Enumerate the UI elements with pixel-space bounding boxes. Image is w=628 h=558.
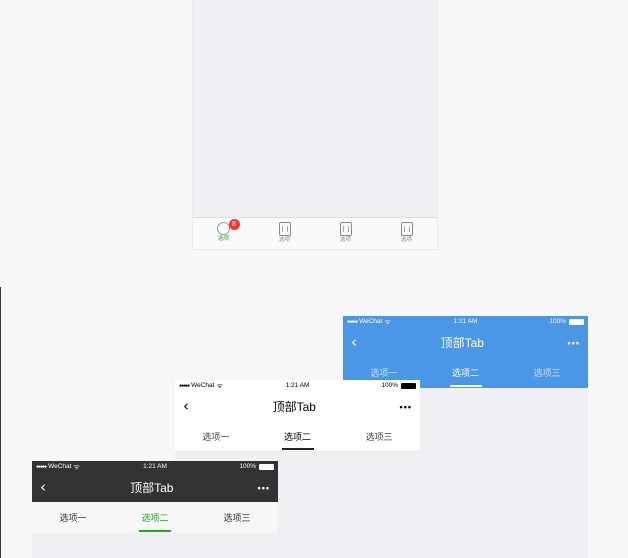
bottom-tab-3[interactable]: 选项 xyxy=(315,218,376,249)
wifi-icon: ᯤ xyxy=(73,463,80,471)
status-time: 1:21 AM xyxy=(453,317,478,325)
signal-icon: ●●●●● xyxy=(179,382,190,389)
tab-option-3[interactable]: 选项三 xyxy=(506,357,588,388)
bottom-tab-1[interactable]: 8 选项 xyxy=(193,218,254,249)
bottom-tab-2[interactable]: 选项 xyxy=(254,218,315,249)
nav-title: 顶部Tab xyxy=(440,336,484,350)
tab-label: 选项三 xyxy=(365,431,393,442)
carrier-name: WeChat xyxy=(359,317,383,325)
tab-label: 选项三 xyxy=(533,368,561,378)
tab-option-1[interactable]: 选项一 xyxy=(175,421,257,451)
tab-label: 选项二 xyxy=(452,368,480,378)
wifi-icon: ᯤ xyxy=(216,382,223,390)
status-bar: ●●●●● WeChat ᯤ 1:21 AM 100% xyxy=(343,316,588,328)
tab-option-3[interactable]: 选项三 xyxy=(196,502,278,533)
square-icon xyxy=(400,222,413,236)
tab-label: 选项一 xyxy=(370,368,398,378)
active-tab-indicator xyxy=(449,385,482,387)
bottom-tab-label: 选项 xyxy=(278,237,290,243)
bottom-tab-phone: 8 选项 选项 选项 选项 xyxy=(192,0,438,250)
battery-icon xyxy=(401,383,416,389)
signal-icon: ●●●●● xyxy=(347,318,358,325)
battery-percent: 100% xyxy=(381,381,398,389)
carrier-name: WeChat xyxy=(48,462,72,470)
signal-icon: ●●●●● xyxy=(36,463,47,470)
tab-label: 选项一 xyxy=(202,431,230,442)
bottom-tab-4[interactable]: 选项 xyxy=(376,218,437,249)
status-time: 1:21 AM xyxy=(143,462,167,470)
active-tab-indicator xyxy=(281,448,314,450)
carrier-name: WeChat xyxy=(191,381,215,389)
tab-label: 选项一 xyxy=(59,513,87,523)
tab-option-2[interactable]: 选项二 xyxy=(114,502,196,533)
battery-percent: 100% xyxy=(549,317,566,325)
nav-bar: ‹ 顶部Tab ••• xyxy=(32,473,278,502)
left-edge-divider xyxy=(0,287,1,558)
status-bar: ●●●●● WeChat ᯤ 1:21 AM 100% xyxy=(175,380,420,392)
back-icon[interactable]: ‹ xyxy=(183,399,189,414)
notification-badge: 8 xyxy=(228,219,240,230)
bottom-tab-label: 选项 xyxy=(400,237,412,243)
more-icon[interactable]: ••• xyxy=(258,483,270,493)
nav-bar: ‹ 顶部Tab ••• xyxy=(175,392,420,421)
tab-option-3[interactable]: 选项三 xyxy=(338,421,420,451)
nav-title: 顶部Tab xyxy=(272,400,316,414)
more-icon[interactable]: ••• xyxy=(568,338,580,348)
nav-title: 顶部Tab xyxy=(130,481,174,495)
battery-icon xyxy=(569,319,584,325)
active-tab-indicator xyxy=(139,530,171,532)
top-tabs: 选项一 选项二 选项三 xyxy=(175,421,420,452)
dark-top-tab-phone: ●●●●● WeChat ᯤ 1:21 AM 100% ‹ 顶部Tab ••• … xyxy=(32,461,278,558)
square-icon xyxy=(339,222,352,236)
nav-bar: ‹ 顶部Tab ••• xyxy=(343,328,588,357)
back-icon[interactable]: ‹ xyxy=(40,480,46,495)
tab-option-2[interactable]: 选项二 xyxy=(425,357,507,388)
battery-percent: 100% xyxy=(239,462,256,470)
wifi-icon: ᯤ xyxy=(384,318,391,326)
top-tabs: 选项一 选项二 选项三 xyxy=(32,502,278,533)
tab-option-1[interactable]: 选项一 xyxy=(32,502,114,533)
status-bar: ●●●●● WeChat ᯤ 1:21 AM 100% xyxy=(32,461,278,473)
battery-icon xyxy=(259,464,274,470)
bottom-tab-label: 选项 xyxy=(339,237,351,243)
square-icon xyxy=(278,222,291,236)
tab-label: 选项二 xyxy=(284,431,312,442)
bottom-tabbar: 8 选项 选项 选项 选项 xyxy=(193,217,437,249)
status-time: 1:21 AM xyxy=(285,381,310,389)
tab-option-2[interactable]: 选项二 xyxy=(257,421,339,451)
bottom-tab-label: 选项 xyxy=(217,236,229,242)
more-icon[interactable]: ••• xyxy=(400,402,412,412)
back-icon[interactable]: ‹ xyxy=(351,335,357,350)
tab-label: 选项三 xyxy=(223,513,251,523)
tab-label: 选项二 xyxy=(141,513,169,523)
